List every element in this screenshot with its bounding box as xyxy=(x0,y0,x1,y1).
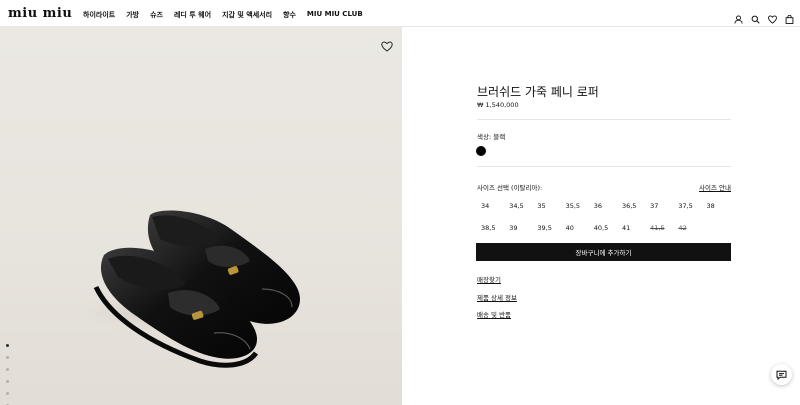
divider xyxy=(477,119,731,120)
size-option[interactable]: 37,5 xyxy=(674,202,702,210)
size-option-unavailable[interactable]: 42 xyxy=(674,224,702,232)
product-image-gallery[interactable] xyxy=(0,27,402,405)
chat-bubble-icon xyxy=(776,365,787,384)
nav-item-bags[interactable]: 가방 xyxy=(126,10,139,20)
size-option[interactable]: 38,5 xyxy=(477,224,505,232)
gallery-dot[interactable] xyxy=(6,356,9,359)
size-option[interactable]: 40,5 xyxy=(590,224,618,232)
divider xyxy=(477,166,731,167)
size-grid: 34 34,5 35 35,5 36 36,5 37 37,5 38 38,5 … xyxy=(477,202,731,232)
shopping-bag-icon[interactable] xyxy=(785,9,794,24)
header-icons xyxy=(734,9,794,24)
size-option[interactable]: 41 xyxy=(618,224,646,232)
size-option[interactable]: 39 xyxy=(505,224,533,232)
add-to-cart-button[interactable]: 장바구니에 추가하기 xyxy=(476,243,731,261)
nav-item-ready-to-wear[interactable]: 레디 투 웨어 xyxy=(174,10,211,20)
gallery-dot[interactable] xyxy=(6,392,9,395)
gallery-dot[interactable] xyxy=(6,368,9,371)
nav-item-highlights[interactable]: 하이라이트 xyxy=(83,10,115,20)
account-icon[interactable] xyxy=(734,9,743,24)
size-option[interactable]: 35,5 xyxy=(562,202,590,210)
size-option[interactable]: 38 xyxy=(703,202,731,210)
product-details-link[interactable]: 제품 상세 정보 xyxy=(477,292,517,302)
gallery-dot[interactable] xyxy=(6,380,9,383)
size-select-label: 사이즈 선택 (이탈리아): xyxy=(477,184,543,192)
size-option[interactable]: 36 xyxy=(590,202,618,210)
shipping-returns-link[interactable]: 배송 및 반품 xyxy=(477,309,511,319)
chat-button[interactable] xyxy=(771,364,792,385)
color-swatch-black[interactable] xyxy=(476,146,486,156)
product-title: 브러쉬드 가죽 페니 로퍼 xyxy=(477,85,599,99)
product-price: ₩ 1,540,000 xyxy=(477,101,519,109)
size-guide-link[interactable]: 사이즈 안내 xyxy=(699,182,731,192)
brand-logo[interactable]: miu miu xyxy=(8,6,72,21)
nav-item-wallets-accessories[interactable]: 지갑 및 액세서리 xyxy=(222,10,272,20)
gallery-pagination xyxy=(6,344,9,405)
wishlist-icon[interactable] xyxy=(768,9,777,24)
size-option[interactable]: 39,5 xyxy=(533,224,561,232)
search-icon[interactable] xyxy=(751,9,760,24)
nav-item-miu-miu-club[interactable]: MIU MIU CLUB xyxy=(307,10,363,20)
nav-item-shoes[interactable]: 슈즈 xyxy=(150,10,163,20)
size-option[interactable]: 37 xyxy=(646,202,674,210)
size-option-unavailable[interactable]: 41,5 xyxy=(646,224,674,232)
gallery-dot[interactable] xyxy=(6,344,9,347)
main-nav: 하이라이트 가방 슈즈 레디 투 웨어 지갑 및 액세서리 향수 MIU MIU… xyxy=(83,10,363,20)
size-option[interactable]: 36,5 xyxy=(618,202,646,210)
size-option[interactable]: 34,5 xyxy=(505,202,533,210)
size-option[interactable]: 34 xyxy=(477,202,505,210)
store-locator-link[interactable]: 매장찾기 xyxy=(477,274,501,284)
color-label: 색상: 블랙 xyxy=(477,133,506,141)
top-navigation-bar: miu miu 하이라이트 가방 슈즈 레디 투 웨어 지갑 및 액세서리 향수… xyxy=(0,0,800,27)
size-option[interactable]: 40 xyxy=(562,224,590,232)
product-photo-loafers xyxy=(65,210,305,368)
size-option[interactable]: 35 xyxy=(533,202,561,210)
favorite-heart-icon[interactable] xyxy=(381,37,393,52)
nav-item-fragrance[interactable]: 향수 xyxy=(283,10,296,20)
